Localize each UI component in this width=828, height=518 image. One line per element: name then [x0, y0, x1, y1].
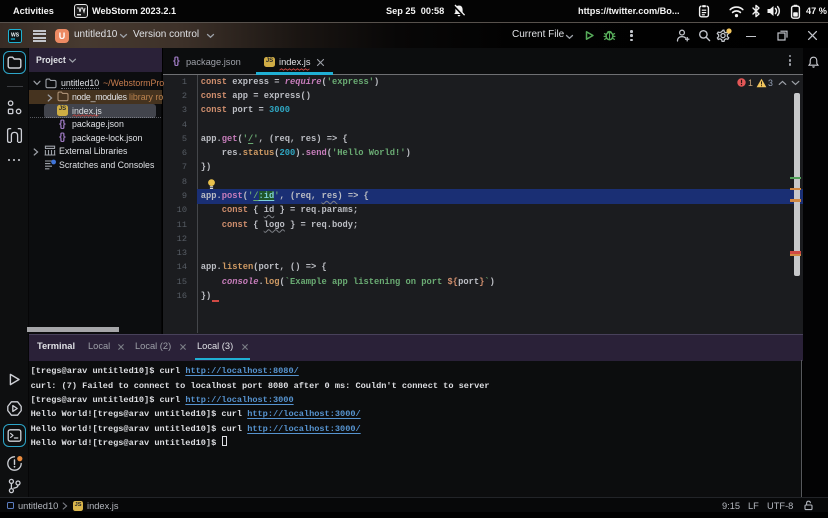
svg-text:WS: WS: [11, 32, 20, 38]
